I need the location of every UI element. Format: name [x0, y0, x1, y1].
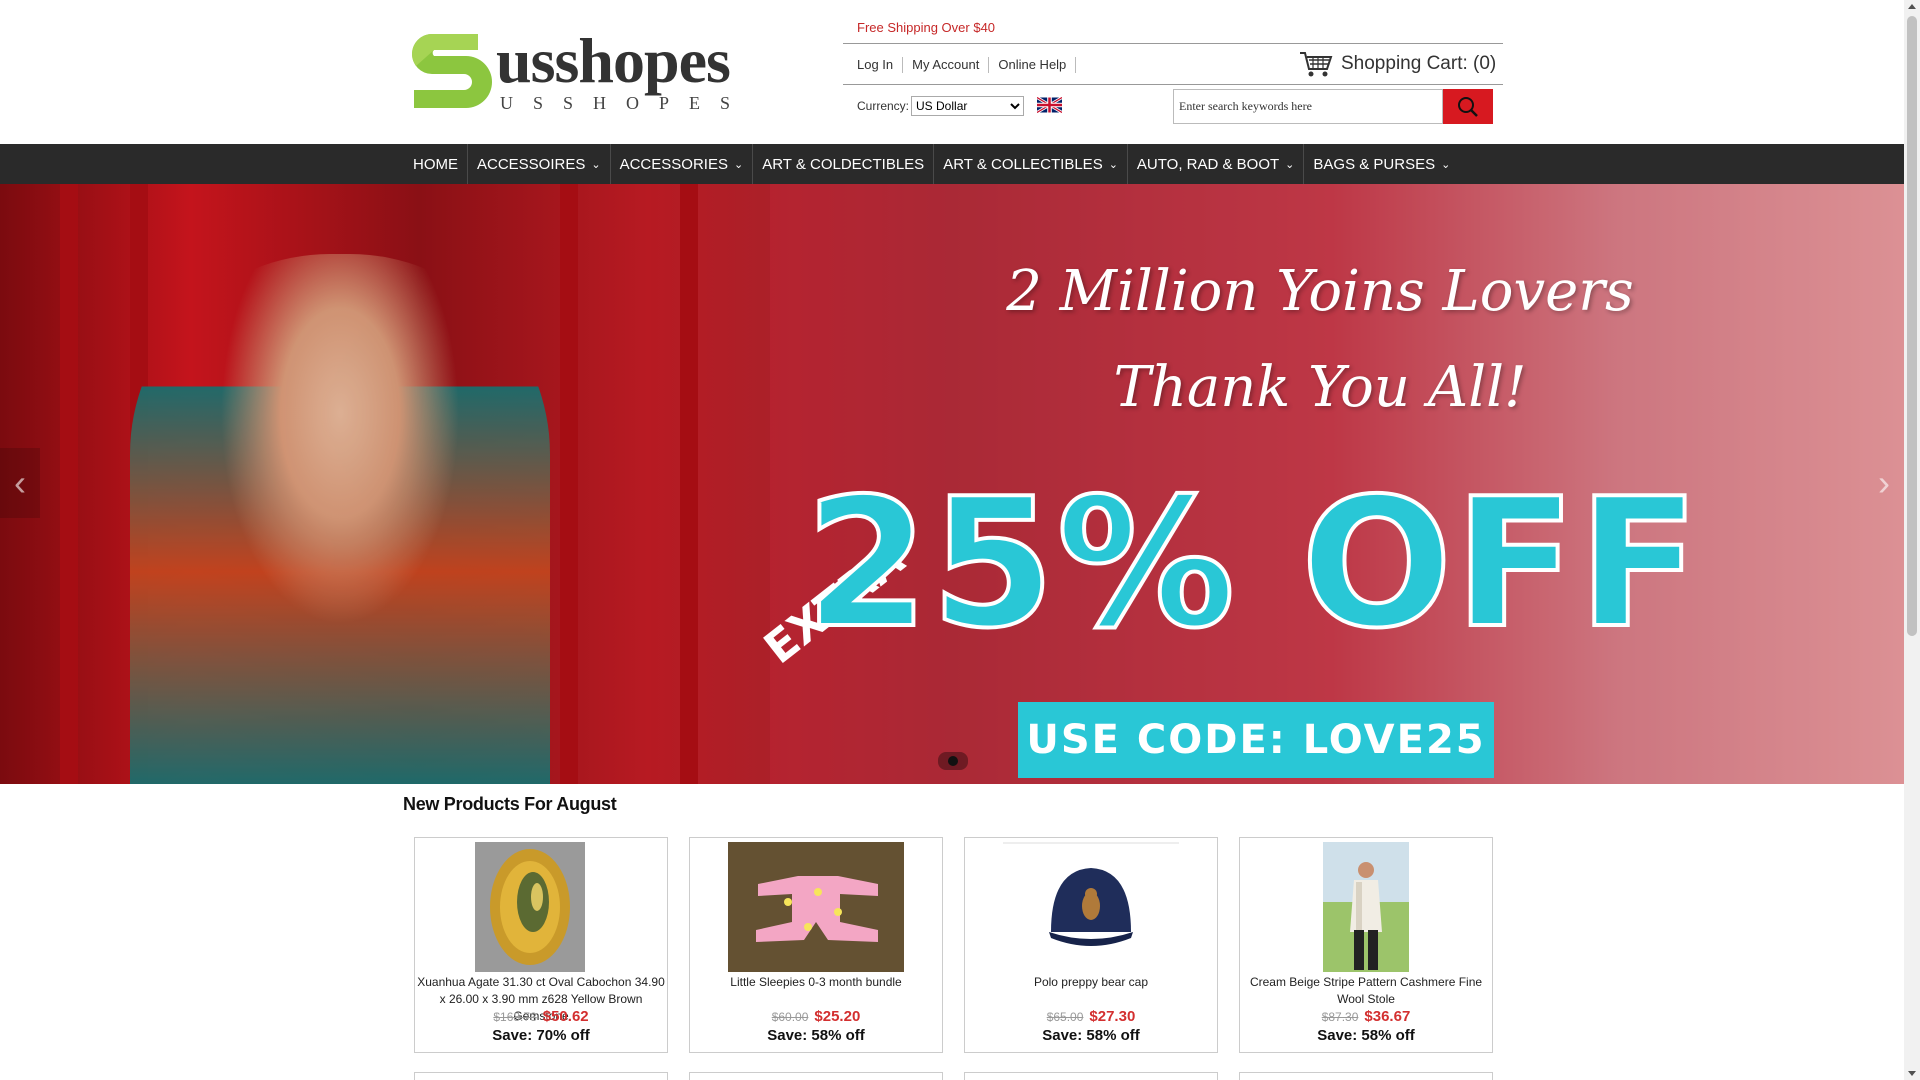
product-grid: Xuanhua Agate 31.30 ct Oval Cabochon 34.…: [414, 837, 1514, 1053]
shopping-cart-link[interactable]: Shopping Cart: (0): [1299, 50, 1496, 78]
banner-discount: 25% OFF: [803, 460, 1702, 667]
product-savings: Save: 58% off: [1042, 1027, 1140, 1044]
nav-item-label: AUTO, RAD & BOOT: [1136, 155, 1280, 173]
product-card[interactable]: Xuanhua Agate 31.30 ct Oval Cabochon 34.…: [414, 837, 668, 1053]
search-button[interactable]: [1443, 89, 1493, 124]
product-old-price: $87.30: [1321, 1010, 1359, 1024]
carousel-indicator[interactable]: [938, 752, 968, 770]
product-old-price: $60.00: [771, 1010, 809, 1024]
product-price: $36.67: [1364, 1008, 1411, 1025]
banner-promo-code: USE CODE: LOVE25: [1018, 702, 1494, 778]
logo-wordmark: usshopes: [496, 25, 731, 96]
product-name[interactable]: Xuanhua Agate 31.30 ct Oval Cabochon 34.…: [415, 972, 667, 1023]
nav-item-label: ART & COLLECTIBLES: [943, 155, 1103, 173]
header-divider-top: [843, 43, 1503, 44]
nav-item-label: ART & COLDECTIBLES: [762, 155, 925, 173]
product-name[interactable]: Little Sleepies 0-3 month bundle: [690, 972, 942, 1008]
product-card[interactable]: Polo preppy bear cap $65.00 $27.30 Save: …: [964, 837, 1218, 1053]
product-card[interactable]: [414, 1072, 668, 1080]
phone-booth-frame: [680, 184, 698, 784]
banner-headline-line2: Thank You All!: [1113, 355, 1527, 420]
currency-select[interactable]: US Dollar: [911, 96, 1025, 116]
site-logo[interactable]: usshopes USSHOPES: [406, 26, 766, 116]
product-old-price: $65.00: [1046, 1010, 1084, 1024]
nav-item-accessoires[interactable]: ACCESSOIRES ⌄: [468, 144, 611, 184]
search-bar: [1173, 89, 1493, 124]
product-card[interactable]: [689, 1072, 943, 1080]
banner-headline-line1: 2 Million Yoins Lovers: [1006, 259, 1634, 324]
product-card[interactable]: [964, 1072, 1218, 1080]
nav-item-art-collectibles[interactable]: ART & COLLECTIBLES ⌄: [934, 144, 1128, 184]
product-card[interactable]: [1239, 1072, 1493, 1080]
product-image[interactable]: [1003, 842, 1179, 972]
product-card[interactable]: Cream Beige Stripe Pattern Cashmere Fine…: [1239, 837, 1493, 1053]
section-title: New Products For August: [403, 794, 617, 814]
phone-booth-frame: [560, 184, 578, 784]
nav-item-bags-purses[interactable]: BAGS & PURSES ⌄: [1304, 144, 1459, 184]
nav-item-label: ACCESSOIRES: [477, 155, 586, 173]
product-image[interactable]: [1278, 842, 1454, 972]
my-account-link[interactable]: My Account: [903, 57, 990, 73]
nav-item-label: BAGS & PURSES: [1313, 155, 1436, 173]
chevron-right-icon: ›: [1878, 462, 1890, 503]
page: usshopes USSHOPES Free Shipping Over $40…: [0, 0, 1920, 1080]
currency-label: Currency:: [857, 99, 910, 113]
nav-item-home[interactable]: HOME: [404, 144, 468, 184]
chevron-down-icon: ⌄: [733, 158, 744, 171]
chevron-down-icon: ⌄: [1285, 158, 1295, 171]
scrollbar-thumb[interactable]: [1907, 16, 1917, 636]
product-savings: Save: 70% off: [492, 1027, 590, 1044]
product-image[interactable]: [453, 842, 629, 972]
product-price: $27.30: [1089, 1008, 1136, 1025]
product-image[interactable]: [728, 842, 904, 972]
uk-flag-icon[interactable]: [1037, 97, 1062, 113]
chevron-down-icon: ⌄: [1108, 158, 1118, 171]
scroll-up-arrow-icon[interactable]: [1908, 4, 1916, 9]
banner-model-image: [130, 254, 550, 784]
product-savings: Save: 58% off: [767, 1027, 865, 1044]
carousel-dot[interactable]: [948, 756, 958, 766]
search-input[interactable]: [1173, 89, 1443, 124]
product-old-price: $168.73: [493, 1010, 537, 1024]
banner-headline: 2 Million Yoins Lovers Thank You All!: [870, 244, 1770, 436]
online-help-link[interactable]: Online Help: [989, 57, 1077, 73]
logo-s-icon: [412, 34, 492, 108]
chevron-down-icon: ⌄: [1441, 158, 1451, 171]
chevron-down-icon: ⌄: [591, 158, 601, 171]
product-card[interactable]: Little Sleepies 0-3 month bundle $60.00 $…: [689, 837, 943, 1053]
product-grid-next-row: [414, 1072, 1514, 1080]
header-divider-bottom: [843, 84, 1503, 85]
carousel-prev-arrow[interactable]: ‹: [0, 448, 40, 518]
search-icon: [1458, 96, 1478, 117]
login-link[interactable]: Log In: [857, 57, 904, 73]
currency-selector: Currency: US Dollar: [857, 96, 1025, 116]
nav-item-art-coldectibles[interactable]: ART & COLDECTIBLES: [753, 144, 935, 184]
chevron-left-icon: ‹: [14, 462, 26, 503]
logo-subtitle: USSHOPES: [500, 93, 751, 113]
scroll-down-arrow-icon[interactable]: [1908, 1071, 1916, 1076]
nav-item-label: ACCESSORIES: [619, 155, 728, 173]
product-savings: Save: 58% off: [1317, 1027, 1415, 1044]
cart-icon: [1300, 52, 1333, 77]
account-links: Log In My Account Online Help: [857, 57, 1077, 73]
carousel-next-arrow[interactable]: ›: [1864, 448, 1904, 518]
cart-label: Shopping Cart: (0): [1341, 53, 1497, 74]
product-price: $50.62: [542, 1008, 589, 1025]
nav-item-accessories[interactable]: ACCESSORIES ⌄: [611, 144, 754, 184]
nav-item-auto-rad-boot[interactable]: AUTO, RAD & BOOT ⌄: [1128, 144, 1305, 184]
main-nav: HOME ACCESSOIRES ⌄ ACCESSORIES ⌄ ART & COL…: [0, 144, 1904, 184]
product-price: $25.20: [814, 1008, 861, 1025]
site-header: usshopes USSHOPES Free Shipping Over $40…: [0, 0, 1904, 144]
hero-banner[interactable]: 2 Million Yoins Lovers Thank You All! EX…: [0, 184, 1904, 784]
product-name[interactable]: Polo preppy bear cap: [965, 972, 1217, 1008]
product-name[interactable]: Cream Beige Stripe Pattern Cashmere Fine…: [1240, 972, 1492, 1008]
nav-item-label: HOME: [413, 155, 458, 173]
phone-booth-frame: [60, 184, 78, 784]
free-shipping-promo: Free Shipping Over $40: [857, 20, 996, 35]
vertical-scrollbar[interactable]: [1904, 0, 1920, 1080]
